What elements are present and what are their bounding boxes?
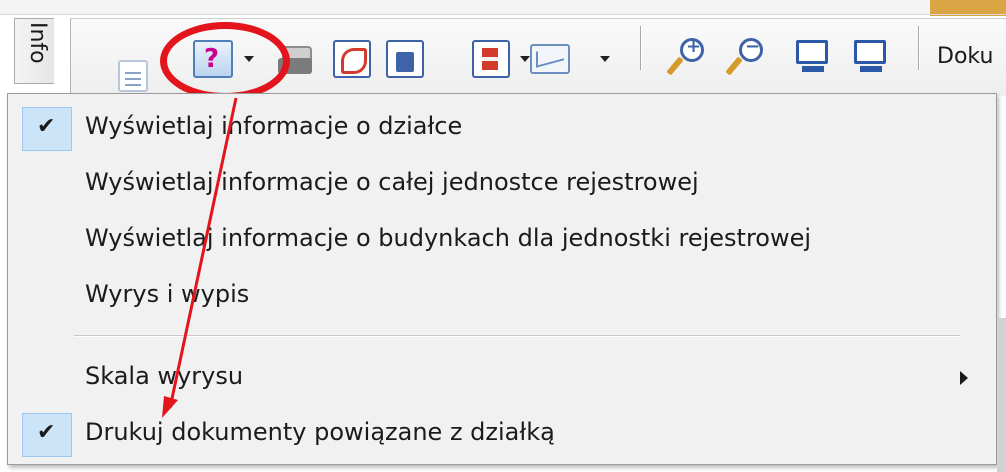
check-icon: ✔ bbox=[37, 420, 56, 445]
zoom-out-lens: − bbox=[739, 36, 763, 62]
side-tab-label: Info bbox=[25, 22, 50, 64]
zoom-out-icon[interactable]: − bbox=[725, 36, 765, 76]
menu-item-label: Wyświetlaj informacje o działce bbox=[85, 112, 463, 140]
template-icon[interactable] bbox=[472, 40, 510, 78]
menu-item-label: Wyświetlaj informacje o budynkach dla je… bbox=[85, 224, 812, 252]
monitor-alt-stand bbox=[860, 66, 882, 72]
menu-item-show-registry-unit-info[interactable]: Wyświetlaj informacje o całej jednostce … bbox=[8, 157, 996, 211]
top-strip bbox=[0, 0, 1006, 14]
menu-item-label: Wyświetlaj informacje o całej jednostce … bbox=[85, 168, 699, 196]
save-icon[interactable] bbox=[386, 40, 424, 78]
monitor-screen bbox=[796, 40, 828, 64]
monitor-alt-icon[interactable] bbox=[852, 38, 890, 76]
toolbar-separator bbox=[640, 26, 642, 70]
menu-separator bbox=[74, 335, 960, 337]
menu-item-extract[interactable]: Wyrys i wypis bbox=[8, 269, 996, 323]
pdf-export-icon[interactable] bbox=[333, 40, 371, 78]
zoom-in-glyph: + bbox=[686, 36, 702, 57]
zoom-out-glyph: − bbox=[745, 36, 761, 57]
zoom-out-handle bbox=[725, 56, 743, 76]
check-icon: ✔ bbox=[37, 114, 56, 139]
menu-item-label: Skala wyrysu bbox=[85, 362, 244, 390]
document-icon[interactable] bbox=[118, 60, 148, 92]
top-divider bbox=[0, 14, 1006, 15]
menu-item-print-related-docs[interactable]: ✔ Drukuj dokumenty powiązane z działką bbox=[8, 407, 996, 461]
menu-item-label: Wyrys i wypis bbox=[85, 280, 250, 308]
menu-item-show-parcel-info[interactable]: ✔ Wyświetlaj informacje o działce bbox=[8, 101, 996, 155]
template-dropdown-arrow[interactable] bbox=[520, 56, 530, 62]
zoom-in-lens: + bbox=[680, 36, 704, 62]
monitor-alt-screen bbox=[854, 40, 886, 64]
dropdown-menu: ✔ Wyświetlaj informacje o działce Wyświe… bbox=[7, 93, 997, 465]
background-edge bbox=[997, 318, 1006, 472]
annotation-highlight-circle bbox=[160, 22, 290, 100]
mail-icon[interactable] bbox=[530, 44, 570, 74]
toolbar-truncated-label[interactable]: Doku bbox=[937, 44, 993, 69]
menu-item-extract-scale[interactable]: Skala wyrysu bbox=[8, 351, 996, 405]
monitor-icon[interactable] bbox=[794, 38, 832, 76]
menu-item-show-buildings-info[interactable]: Wyświetlaj informacje o budynkach dla je… bbox=[8, 213, 996, 267]
monitor-stand bbox=[802, 66, 824, 72]
menu-item-label: Drukuj dokumenty powiązane z działką bbox=[85, 418, 555, 446]
check-highlight: ✔ bbox=[22, 107, 72, 151]
check-highlight: ✔ bbox=[22, 413, 72, 457]
toolbar-separator-2 bbox=[918, 26, 920, 70]
zoom-in-handle bbox=[666, 56, 684, 76]
mail-dropdown-arrow[interactable] bbox=[600, 56, 610, 62]
zoom-in-icon[interactable]: + bbox=[666, 36, 706, 76]
submenu-arrow-icon bbox=[960, 371, 968, 385]
